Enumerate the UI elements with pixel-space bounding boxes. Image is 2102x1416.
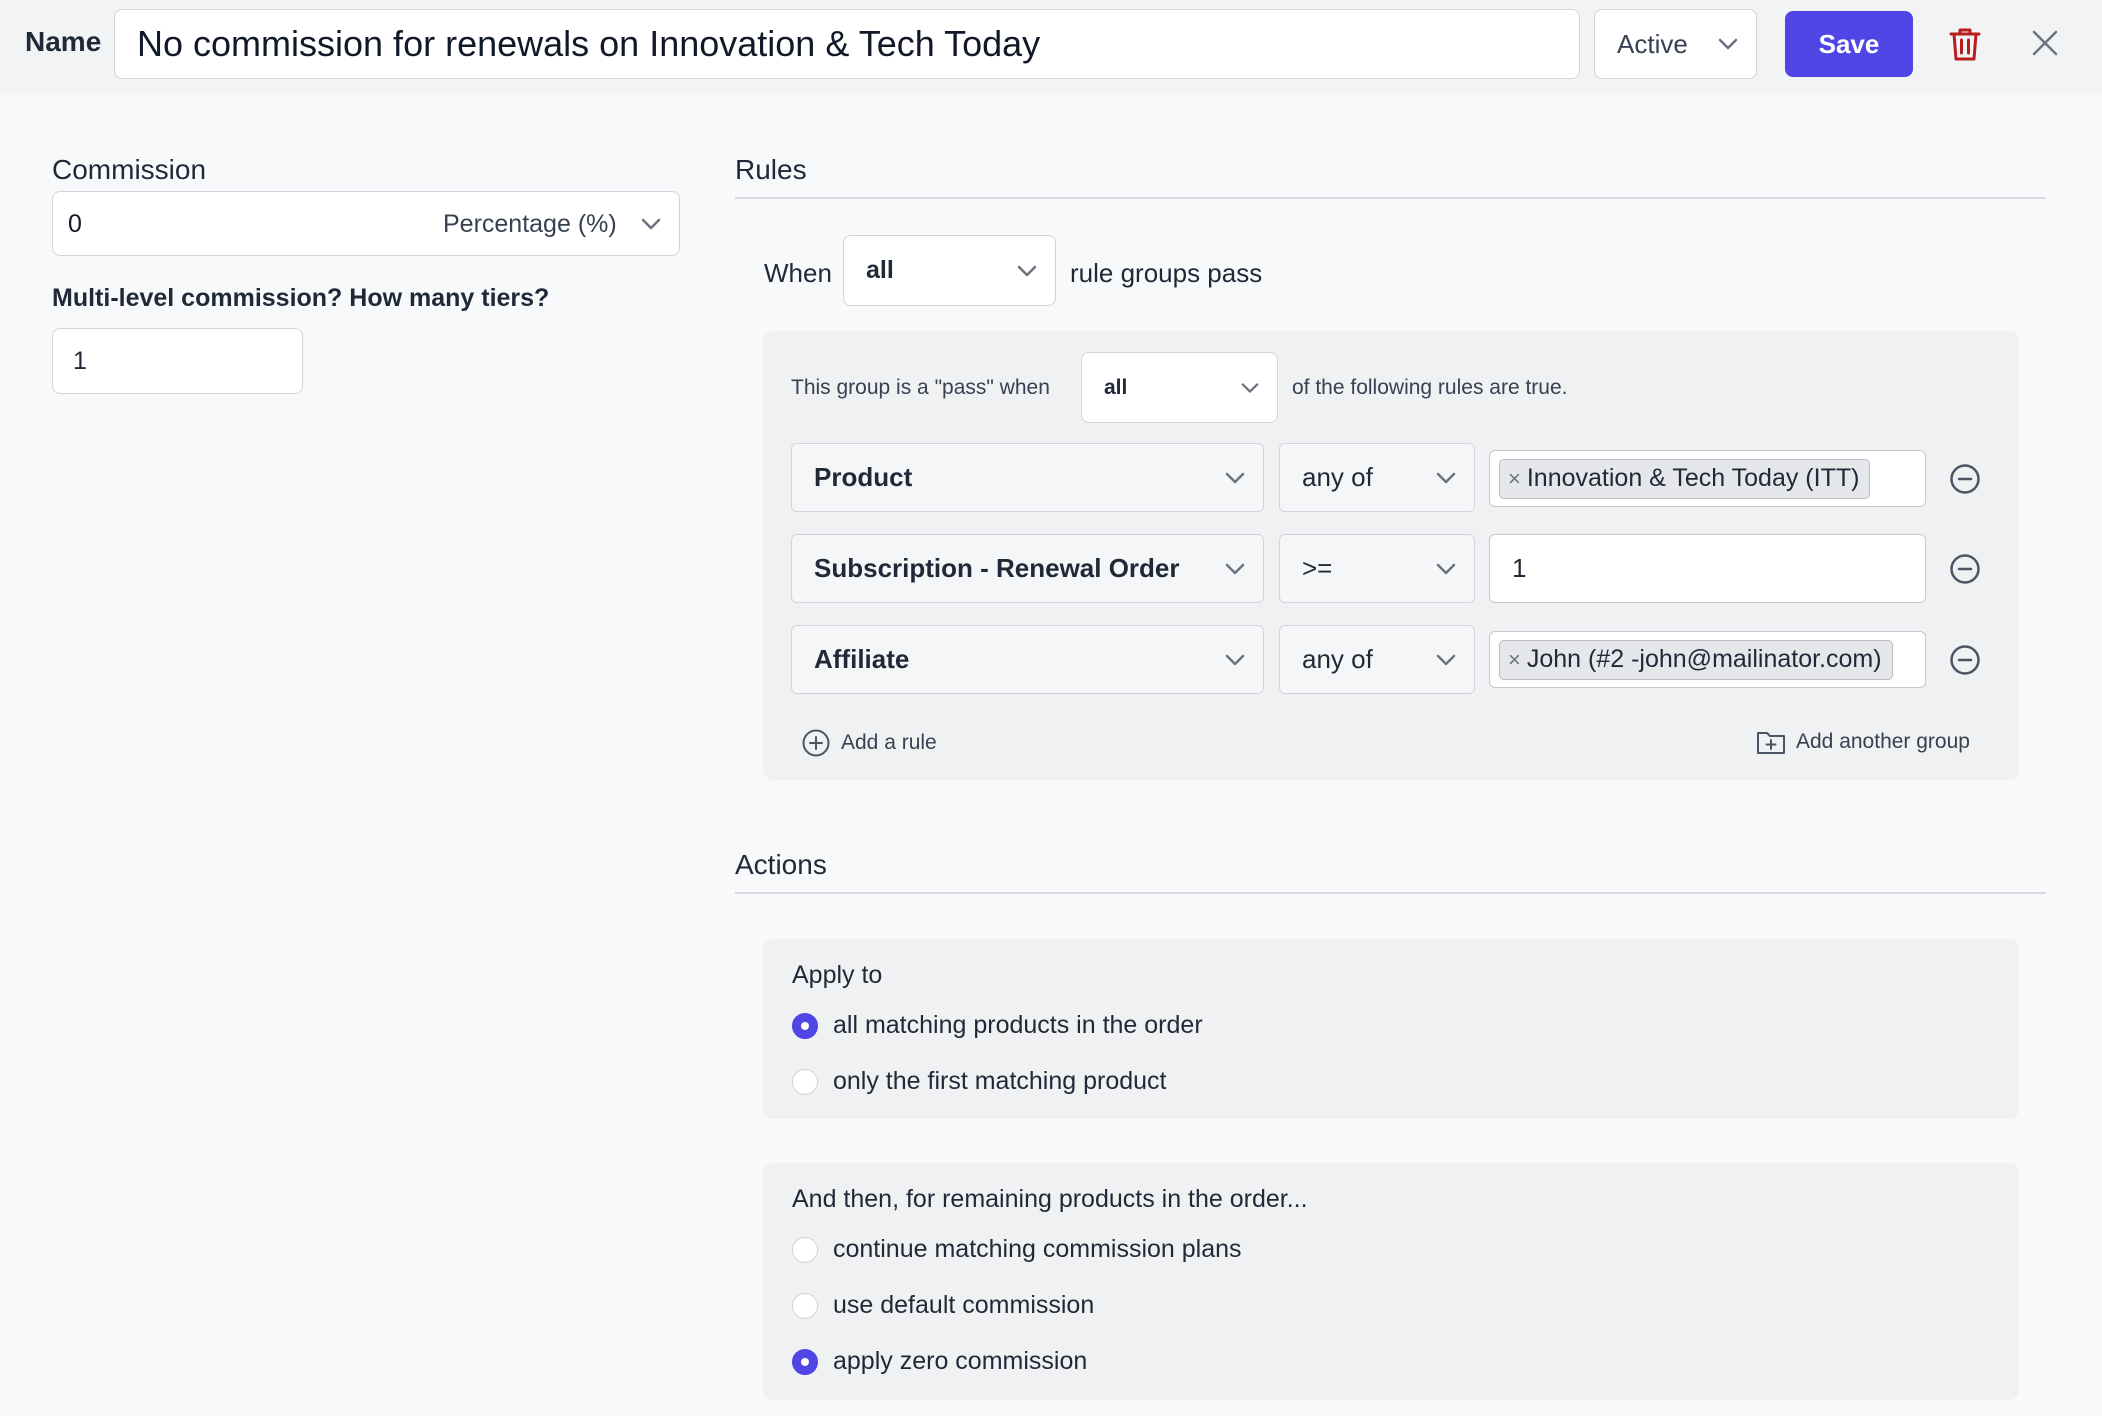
rule-field-value: Product bbox=[814, 462, 913, 492]
radio-option[interactable]: use default commission bbox=[792, 1291, 1094, 1320]
when-select-value: all bbox=[866, 256, 894, 284]
chevron-down-icon bbox=[1225, 563, 1245, 574]
when-select[interactable]: all bbox=[843, 235, 1056, 306]
rule-field-select[interactable]: Subscription - Renewal Order bbox=[791, 534, 1264, 603]
tiers-input[interactable]: 1 bbox=[52, 328, 303, 394]
remaining-panel: And then, for remaining products in the … bbox=[763, 1163, 2019, 1400]
chevron-down-icon bbox=[1436, 563, 1456, 574]
chevron-down-icon bbox=[1718, 38, 1738, 50]
rule-group: This group is a "pass" when all of the f… bbox=[763, 331, 2019, 780]
apply-to-heading: Apply to bbox=[792, 961, 883, 989]
chevron-down-icon bbox=[1225, 472, 1245, 483]
rule-operator-value: any of bbox=[1302, 462, 1373, 492]
radio-label: apply zero commission bbox=[833, 1347, 1088, 1375]
rules-divider bbox=[735, 197, 2046, 199]
rule-operator-value: >= bbox=[1302, 553, 1333, 583]
chevron-down-icon bbox=[1436, 472, 1456, 483]
close-icon[interactable] bbox=[2030, 28, 2060, 58]
commission-unit-select[interactable]: Percentage (%) bbox=[443, 210, 617, 239]
status-select-value: Active bbox=[1617, 28, 1688, 59]
group-suffix: of the following rules are true. bbox=[1292, 376, 1568, 399]
rule-field-value: Affiliate bbox=[814, 644, 910, 674]
radio-option[interactable]: continue matching commission plans bbox=[792, 1235, 1242, 1264]
top-bar: Name No commission for renewals on Innov… bbox=[0, 0, 2102, 93]
chevron-down-icon bbox=[1225, 654, 1245, 665]
value-tag: × John (#2 -john@mailinator.com) bbox=[1499, 639, 1893, 680]
add-group-link[interactable]: Add another group bbox=[1756, 728, 1970, 756]
chevron-down-icon bbox=[1436, 654, 1456, 665]
rule-value-text: 1 bbox=[1512, 553, 1527, 583]
remove-rule-icon[interactable] bbox=[1949, 644, 1981, 676]
apply-to-panel: Apply to all matching products in the or… bbox=[763, 939, 2019, 1119]
radio-option[interactable]: all matching products in the order bbox=[792, 1011, 1203, 1040]
group-prefix: This group is a "pass" when bbox=[791, 376, 1050, 399]
value-tag: × Innovation & Tech Today (ITT) bbox=[1499, 458, 1871, 499]
rule-field-select[interactable]: Product bbox=[791, 443, 1264, 512]
radio-button[interactable] bbox=[792, 1348, 818, 1375]
add-rule-label: Add a rule bbox=[841, 731, 937, 754]
value-tag-label: Innovation & Tech Today (ITT) bbox=[1526, 464, 1860, 492]
tiers-label: Multi-level commission? How many tiers? bbox=[52, 284, 550, 312]
rule-value-input[interactable]: × Innovation & Tech Today (ITT) bbox=[1489, 450, 1926, 507]
radio-label: continue matching commission plans bbox=[833, 1235, 1242, 1263]
radio-label: all matching products in the order bbox=[833, 1011, 1203, 1039]
remove-tag-icon[interactable]: × bbox=[1508, 647, 1521, 673]
save-button[interactable]: Save bbox=[1785, 11, 1913, 77]
rule-value-input[interactable]: × John (#2 -john@mailinator.com) bbox=[1489, 631, 1926, 688]
radio-option[interactable]: only the first matching product bbox=[792, 1067, 1167, 1096]
radio-button[interactable] bbox=[792, 1236, 818, 1263]
radio-option[interactable]: apply zero commission bbox=[792, 1347, 1087, 1376]
radio-button[interactable] bbox=[792, 1068, 818, 1095]
remove-tag-icon[interactable]: × bbox=[1508, 466, 1521, 492]
rule-field-value: Subscription - Renewal Order bbox=[814, 553, 1180, 583]
commission-value[interactable]: 0 bbox=[68, 210, 82, 239]
status-select[interactable]: Active bbox=[1594, 9, 1757, 79]
rule-operator-value: any of bbox=[1302, 644, 1373, 674]
chevron-down-icon bbox=[1017, 265, 1037, 276]
radio-label: only the first matching product bbox=[833, 1067, 1167, 1095]
actions-divider bbox=[735, 892, 2046, 894]
commission-label: Commission bbox=[52, 154, 207, 185]
chevron-down-icon bbox=[1241, 382, 1259, 393]
folder-plus-icon bbox=[1757, 732, 1785, 754]
plus-circle-icon bbox=[802, 729, 830, 757]
rule-field-select[interactable]: Affiliate bbox=[791, 625, 1264, 694]
name-input-value: No commission for renewals on Innovation… bbox=[137, 23, 1041, 64]
name-label: Name bbox=[25, 26, 102, 57]
when-suffix: rule groups pass bbox=[1070, 258, 1263, 288]
rule-operator-select[interactable]: >= bbox=[1279, 534, 1475, 603]
add-group-label: Add another group bbox=[1796, 730, 1970, 753]
commission-input[interactable]: 0 Percentage (%) bbox=[52, 191, 680, 256]
add-rule-link[interactable]: Add a rule bbox=[801, 728, 937, 758]
group-match-select[interactable]: all bbox=[1081, 352, 1278, 423]
rule-operator-select[interactable]: any of bbox=[1279, 443, 1475, 512]
radio-button[interactable] bbox=[792, 1292, 818, 1319]
rules-title: Rules bbox=[735, 154, 807, 185]
actions-title: Actions bbox=[735, 849, 827, 880]
when-label: When bbox=[764, 258, 832, 288]
tiers-input-value: 1 bbox=[73, 346, 87, 375]
value-tag-label: John (#2 -john@mailinator.com) bbox=[1526, 645, 1882, 673]
name-input[interactable]: No commission for renewals on Innovation… bbox=[114, 9, 1580, 79]
rule-operator-select[interactable]: any of bbox=[1279, 625, 1475, 694]
remove-rule-icon[interactable] bbox=[1949, 463, 1981, 495]
trash-icon[interactable] bbox=[1948, 26, 1982, 62]
remove-rule-icon[interactable] bbox=[1949, 553, 1981, 585]
group-match-value: all bbox=[1104, 375, 1128, 399]
chevron-down-icon[interactable] bbox=[641, 218, 661, 230]
radio-label: use default commission bbox=[833, 1291, 1095, 1319]
rule-value-input[interactable]: 1 bbox=[1489, 534, 1926, 603]
remaining-heading: And then, for remaining products in the … bbox=[792, 1185, 1308, 1213]
radio-button[interactable] bbox=[792, 1012, 818, 1039]
